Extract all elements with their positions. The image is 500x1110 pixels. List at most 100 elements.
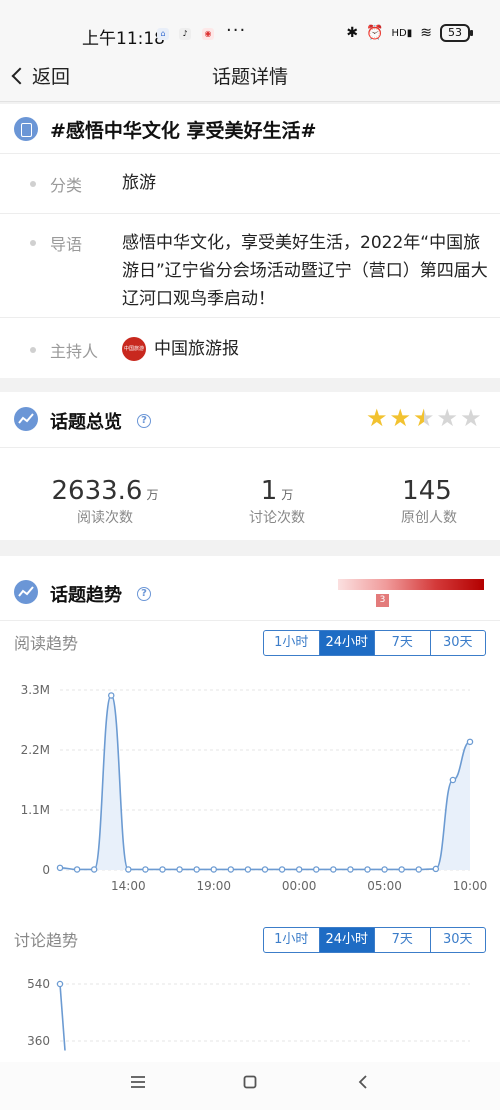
data-point [90, 866, 98, 873]
home-icon[interactable] [243, 1074, 257, 1093]
data-point [432, 865, 440, 873]
stat-label: 阅读次数 [77, 510, 133, 526]
y-tick-label: 360 [27, 1034, 50, 1048]
y-tick-label: 0 [42, 863, 50, 877]
category-label: 分类 [50, 176, 83, 195]
stat-unit: 万 [146, 488, 159, 502]
bullet-dot [30, 240, 36, 246]
trend-title: 话题趋势 [50, 585, 122, 606]
data-point [330, 866, 337, 873]
data-point [244, 866, 252, 873]
y-tick-label: 2.2M [21, 743, 50, 757]
menu-icon[interactable] [130, 1074, 146, 1093]
rating-star-icon: ★ [436, 404, 459, 432]
range-tab-3[interactable]: 30天 [431, 631, 486, 655]
y-tick-label: 3.3M [21, 683, 50, 697]
rating-star-icon: ★ [389, 404, 412, 432]
heat-scale-bar [338, 579, 484, 590]
stat-label: 原创人数 [401, 510, 457, 526]
data-point [210, 866, 217, 873]
range-tab-3[interactable]: 30天 [431, 928, 486, 952]
wifi-icon: ≋ [420, 25, 432, 41]
status-indicators: ✱ ⏰ HD▮ ≋ 53 [346, 24, 473, 42]
system-nav-bar [0, 1062, 500, 1110]
range-tab-1[interactable]: 24小时 [319, 631, 375, 655]
battery-icon: 53 [440, 24, 473, 42]
x-tick-label: 10:00 [453, 879, 488, 893]
range-tab-0[interactable]: 1小时 [264, 631, 320, 655]
stat-label: 讨论次数 [249, 510, 305, 526]
app-notification-icon-2: ◉ [202, 28, 214, 40]
range-tab-2[interactable]: 7天 [375, 928, 431, 952]
rating-stars: ★ ★ ★ ★ ★ [366, 406, 482, 430]
data-point [381, 866, 388, 873]
overview-title: 话题总览 [50, 412, 122, 433]
data-point [449, 776, 457, 784]
document-icon [14, 117, 38, 141]
host-label: 主持人 [50, 342, 99, 361]
trend-card: 话题趋势 ? 3 阅读趋势 1小时 24小时 7天 30天 0 1.1M 2.2M 3.3M… [0, 556, 500, 1110]
y-tick-label: 1.1M [21, 803, 50, 817]
topic-info-card: #感悟中华文化 享受美好生活# 分类 旅游 导语 感悟中华文化，享受美好生活，2… [0, 104, 500, 378]
stat-unit: 万 [281, 488, 294, 502]
host-avatar[interactable]: 中国旅游报 [122, 337, 146, 361]
data-point [312, 866, 320, 873]
data-point [159, 866, 166, 873]
chart-icon [14, 407, 38, 431]
data-point [142, 866, 149, 873]
back-nav-icon[interactable] [358, 1074, 368, 1093]
data-point [398, 866, 405, 873]
divider [0, 620, 500, 621]
help-icon[interactable]: ? [137, 587, 151, 601]
signal-icon: HD▮ [391, 27, 413, 39]
data-point [278, 866, 286, 873]
rating-star-icon: ★ [366, 404, 388, 432]
category-value[interactable]: 旅游 [122, 169, 156, 197]
range-tab-1[interactable]: 24小时 [319, 928, 375, 952]
rating-star-icon: ★ [460, 404, 482, 432]
data-point [73, 866, 81, 873]
alarm-icon: ⏰ [366, 25, 384, 41]
intro-row: 导语 感悟中华文化，享受美好生活，2022年“中国旅游日”辽宁省分会场活动暨辽宁… [0, 214, 500, 318]
area-fill [60, 695, 470, 870]
read-trend-title: 阅读趋势 [14, 634, 79, 653]
stat-reads: 2633.6 万 阅读次数 [40, 476, 170, 527]
more-notifications-icon: ··· [226, 20, 247, 41]
data-point [364, 866, 371, 873]
bullet-dot [30, 181, 36, 187]
stat-value: 1 [260, 476, 278, 506]
x-tick-label: 14:00 [111, 879, 146, 893]
stat-value: 145 [402, 476, 452, 506]
nav-bar: 返回 话题详情 [0, 50, 500, 102]
topic-header: #感悟中华文化 享受美好生活# [0, 104, 500, 154]
discuss-range-tabs: 1小时 24小时 7天 30天 [263, 927, 486, 953]
host-row: 主持人 中国旅游报 中国旅游报 [0, 318, 500, 378]
bullet-dot [30, 347, 36, 353]
data-point [193, 866, 200, 873]
data-point [176, 866, 183, 873]
read-trend-chart: 0 1.1M 2.2M 3.3M 14:00 19:00 00:00 05:00 10:00 [21, 683, 488, 893]
divider [0, 447, 500, 448]
data-point [466, 738, 474, 746]
discuss-trend-title: 讨论趋势 [14, 931, 79, 950]
range-tab-2[interactable]: 7天 [375, 631, 431, 655]
x-tick-label: 05:00 [367, 879, 402, 893]
stat-value: 2633.6 [51, 476, 143, 506]
x-tick-label: 00:00 [282, 879, 317, 893]
data-point [415, 866, 422, 873]
rating-star-icon: ★ [413, 404, 435, 432]
data-point [347, 866, 354, 873]
host-name[interactable]: 中国旅游报 [154, 335, 239, 363]
help-icon[interactable]: ? [137, 414, 151, 428]
tiktok-notification-icon: ♪ [179, 28, 191, 40]
range-tab-0[interactable]: 1小时 [264, 928, 320, 952]
category-row: 分类 旅游 [0, 154, 500, 214]
intro-value: 感悟中华文化，享受美好生活，2022年“中国旅游日”辽宁省分会场活动暨辽宁（营口… [122, 233, 488, 309]
stat-original-users: 145 原创人数 [374, 476, 484, 527]
heat-level-marker: 3 [376, 594, 389, 607]
data-point [125, 866, 132, 873]
bluetooth-icon: ✱ [346, 25, 359, 41]
trend-icon [14, 580, 38, 604]
data-point [56, 980, 64, 988]
app-notification-icon: ⌂ [157, 28, 169, 40]
